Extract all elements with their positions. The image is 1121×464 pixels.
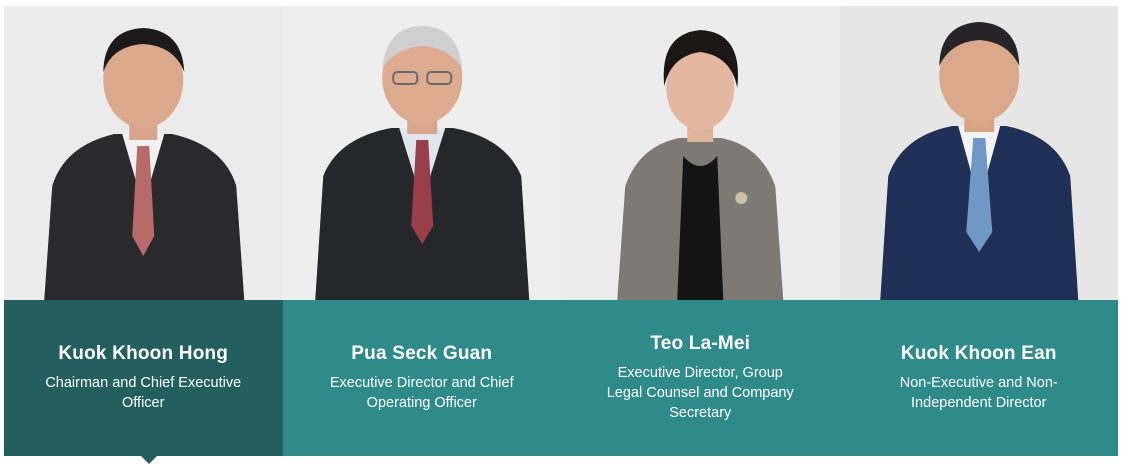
director-photo (4, 6, 283, 300)
director-photo (839, 6, 1118, 300)
active-pointer-icon (140, 455, 158, 464)
director-photo (282, 6, 561, 300)
director-photo (561, 6, 840, 300)
director-grid: Kuok Khoon Hong Chairman and Chief Execu… (4, 6, 1118, 464)
director-role: Chairman and Chief Executive Officer (45, 375, 242, 411)
director-info: Kuok Khoon Ean Non-Executive and Non-Ind… (839, 300, 1118, 456)
director-card-kuok-khoon-hong[interactable]: Kuok Khoon Hong Chairman and Chief Execu… (4, 6, 283, 464)
director-name: Pua Seck Guan (351, 343, 493, 364)
director-name: Kuok Khoon Hong (58, 343, 229, 364)
director-role: Executive Director and Chief Operating O… (329, 375, 514, 411)
director-info: Kuok Khoon Hong Chairman and Chief Execu… (4, 300, 283, 456)
director-card-kuok-khoon-ean[interactable]: Kuok Khoon Ean Non-Executive and Non-Ind… (839, 6, 1118, 456)
portrait-photo-icon (561, 6, 840, 300)
portrait-photo-icon (839, 6, 1118, 300)
portrait-photo-icon (282, 6, 561, 300)
director-info: Pua Seck Guan Executive Director and Chi… (282, 300, 561, 456)
director-card-teo-la-mei[interactable]: Teo La-Mei Executive Director, Group Leg… (561, 6, 840, 456)
director-info: Teo La-Mei Executive Director, Group Leg… (561, 300, 840, 456)
portrait-photo-icon (4, 6, 283, 300)
director-name: Kuok Khoon Ean (900, 343, 1057, 364)
director-name: Teo La-Mei (650, 333, 751, 354)
director-role: Executive Director, Group Legal Counsel … (606, 365, 794, 421)
director-role: Non-Executive and Non-Independent Direct… (899, 375, 1058, 411)
director-card-pua-seck-guan[interactable]: Pua Seck Guan Executive Director and Chi… (282, 6, 561, 456)
